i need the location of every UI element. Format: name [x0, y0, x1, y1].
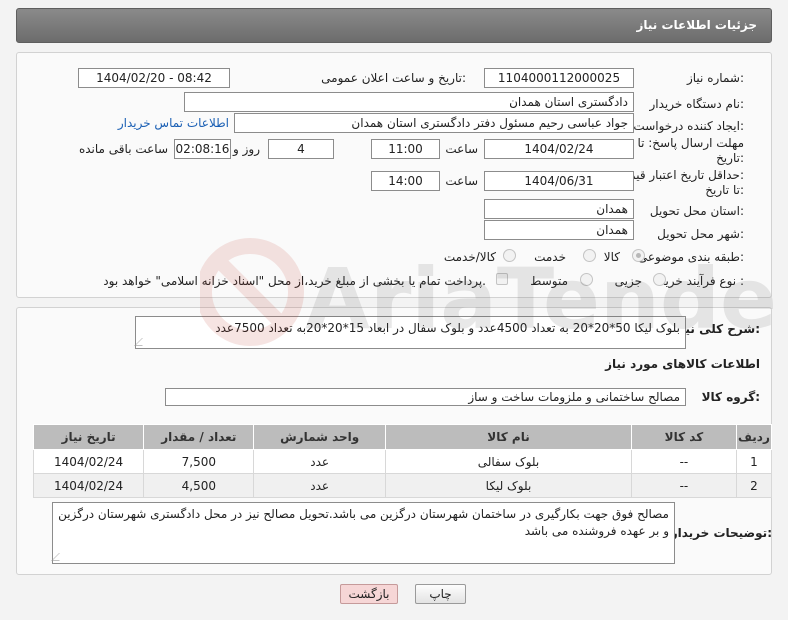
- category-radio-goods[interactable]: [632, 249, 645, 262]
- column-header-code: کد کالا: [631, 424, 737, 450]
- item-unit: عدد: [253, 473, 386, 498]
- item-name: بلوک سفالی: [384, 449, 633, 474]
- deadline-time-field: 11:00: [371, 139, 440, 159]
- resize-handle-icon[interactable]: [51, 553, 67, 561]
- item-need-date: 1404/02/24: [32, 449, 145, 474]
- description-textarea[interactable]: بلوک لیکا 50*20*20 به تعداد 4500عدد و بل…: [134, 316, 686, 349]
- column-header-need-date: تاریخ نیاز: [32, 424, 145, 450]
- items-table: ردیف کد کالا نام کالا واحد شمارش تعداد /…: [32, 424, 773, 498]
- page-title: جزئیات اطلاعات نیاز: [636, 18, 757, 32]
- validity-label-date: تا تاریخ:: [705, 183, 744, 197]
- announce-label: تاریخ و ساعت اعلان عمومی:: [321, 71, 466, 85]
- buyer-notes-textarea[interactable]: مصالح فوق جهت بکارگیری در ساختمان شهرستا…: [51, 502, 675, 564]
- deadline-date-field: 1404/02/24: [484, 139, 634, 159]
- deadline-time-label: ساعت: [445, 142, 478, 156]
- column-header-name: نام کالا: [384, 424, 633, 450]
- print-button[interactable]: چاپ: [415, 584, 466, 604]
- item-quantity: 7,500: [143, 449, 255, 474]
- city-label: شهر محل تحویل:: [657, 227, 744, 241]
- item-code: --: [631, 473, 737, 498]
- table-row: 1 -- بلوک سفالی عدد 7,500 1404/02/24: [32, 449, 773, 474]
- province-label: استان محل تحویل:: [649, 204, 744, 218]
- item-need-date: 1404/02/24: [32, 473, 145, 498]
- time-remaining-label: ساعت باقی مانده: [78, 142, 168, 156]
- goods-group-field: مصالح ساختمانی و ملزومات ساخت و ساز: [165, 388, 686, 406]
- description-text: بلوک لیکا 50*20*20 به تعداد 4500عدد و بل…: [215, 321, 680, 335]
- category-option-goods: کالا: [603, 250, 620, 264]
- treasury-payment-checkbox[interactable]: [496, 273, 508, 285]
- days-remaining-field: 4: [268, 139, 334, 159]
- days-label: روز و: [233, 142, 260, 156]
- column-header-row-number: ردیف: [735, 424, 773, 450]
- validity-label: حداقل تاریخ اعتبار قیمت:: [617, 168, 744, 182]
- column-header-quantity: تعداد / مقدار: [143, 424, 255, 450]
- category-option-goods-service: کالا/خدمت: [443, 250, 496, 264]
- resize-handle-icon[interactable]: [134, 338, 150, 346]
- treasury-payment-note: پرداخت تمام یا بخشی از مبلغ خرید،از محل …: [103, 274, 486, 288]
- buyer-contact-link[interactable]: اطلاعات تماس خریدار: [118, 116, 229, 130]
- validity-time-field: 14:00: [371, 171, 440, 191]
- row-number: 2: [735, 473, 773, 498]
- validity-date-field: 1404/06/31: [484, 171, 634, 191]
- item-unit: عدد: [253, 449, 386, 474]
- deadline-label-date: تاریخ:: [716, 151, 744, 165]
- need-number-label: شماره نیاز:: [686, 71, 744, 85]
- deadline-label: مهلت ارسال پاسخ: تا: [637, 136, 744, 150]
- validity-time-label: ساعت: [445, 174, 478, 188]
- category-radio-service[interactable]: [583, 249, 596, 262]
- page-header: جزئیات اطلاعات نیاز: [16, 8, 772, 43]
- goods-group-label: گروه کالا:: [701, 390, 760, 404]
- category-option-service: خدمت: [534, 250, 566, 264]
- buyer-org-field: دادگستری استان همدان: [184, 92, 634, 112]
- process-label: نوع فرآیند خرید :: [659, 274, 744, 288]
- item-quantity: 4,500: [143, 473, 255, 498]
- process-radio-minor[interactable]: [653, 273, 666, 286]
- back-button[interactable]: بازگشت: [340, 584, 398, 604]
- category-radio-goods-service[interactable]: [503, 249, 516, 262]
- item-name: بلوک لیکا: [384, 473, 633, 498]
- requester-field: جواد عباسی رحیم مسئول دفتر دادگستری استا…: [234, 113, 634, 133]
- process-radio-medium[interactable]: [580, 273, 593, 286]
- city-field: همدان: [484, 220, 634, 240]
- row-number: 1: [735, 449, 773, 474]
- province-field: همدان: [484, 199, 634, 219]
- table-row: 2 -- بلوک لیکا عدد 4,500 1404/02/24: [32, 473, 773, 498]
- process-option-medium: متوسط: [530, 274, 568, 288]
- time-remaining-field: 02:08:16: [174, 139, 231, 159]
- goods-section-title: اطلاعات کالاهای مورد نیاز: [605, 357, 760, 371]
- item-code: --: [631, 449, 737, 474]
- category-label: طبقه بندی موضوعی:: [637, 250, 744, 264]
- buyer-notes-text: مصالح فوق جهت بکارگیری در ساختمان شهرستا…: [58, 507, 669, 538]
- requester-label: ایجاد کننده درخواست:: [633, 119, 744, 133]
- description-label: شرح کلی نیاز:: [674, 322, 760, 336]
- buyer-notes-label: توضیحات خریدار:: [670, 526, 772, 540]
- announce-date-field: 1404/02/20 - 08:42: [78, 68, 230, 88]
- need-number-field: 1104000112000025: [484, 68, 634, 88]
- table-header-row: ردیف کد کالا نام کالا واحد شمارش تعداد /…: [32, 424, 773, 450]
- buyer-org-label: نام دستگاه خریدار:: [649, 97, 745, 111]
- column-header-unit: واحد شمارش: [253, 424, 386, 450]
- process-option-minor: جزیی: [614, 274, 642, 288]
